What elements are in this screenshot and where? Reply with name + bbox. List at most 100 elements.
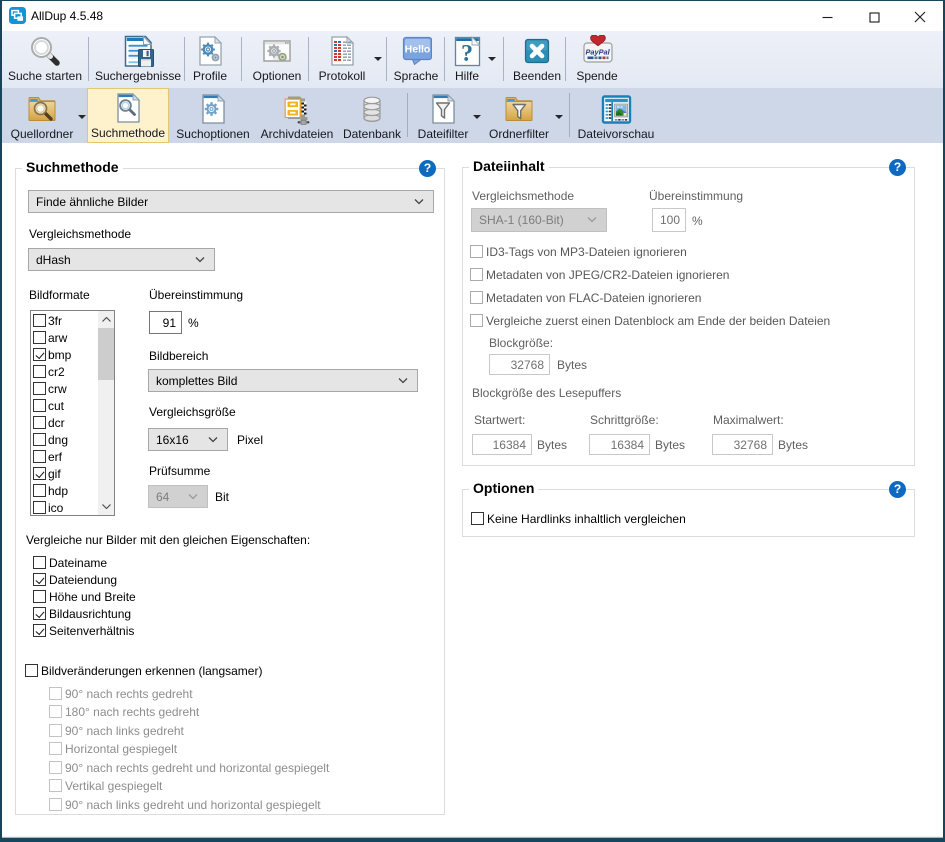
checkbox: [49, 724, 62, 737]
alldup-logo-icon: [9, 7, 26, 24]
checkbox[interactable]: [33, 624, 46, 637]
list-item[interactable]: dcr: [33, 414, 65, 431]
fc-compare-method-select: SHA-1 (160-Bit): [471, 208, 607, 232]
search-results-label: Suchergebnisse: [95, 69, 181, 83]
file-filter-icon: [427, 93, 459, 125]
checkbox[interactable]: [33, 450, 46, 463]
protocol-dropdown-arrow[interactable]: [374, 57, 382, 61]
checkbox[interactable]: [33, 467, 46, 480]
checkbox[interactable]: [33, 573, 46, 586]
checkbox[interactable]: [471, 512, 484, 525]
compare-method-select[interactable]: dHash: [28, 248, 215, 271]
search-method-help-icon[interactable]: ?: [419, 160, 436, 177]
archive-files-button[interactable]: Archivdateien: [255, 93, 339, 141]
image-area-select[interactable]: komplettes Bild: [148, 369, 418, 392]
checkbox[interactable]: [33, 399, 46, 412]
search-method-button[interactable]: Suchmethode: [87, 88, 169, 143]
list-item[interactable]: dng: [33, 431, 68, 448]
checkbox-row[interactable]: Bildausrichtung: [33, 607, 131, 621]
list-item[interactable]: cut: [33, 397, 64, 414]
checkbox-label: 90° nach links gedreht und horizontal ge…: [65, 798, 321, 812]
image-formats-listbox[interactable]: 3fr arw bmp cr2 crw cut dcr dng erf gif …: [30, 310, 115, 516]
maximize-button[interactable]: [851, 2, 898, 32]
language-button[interactable]: Hello Sprache: [391, 35, 441, 83]
database-button[interactable]: Datenbank: [341, 93, 403, 141]
block-size-value: 32768: [511, 358, 544, 372]
options-icon: [261, 35, 293, 67]
close-button[interactable]: [896, 2, 943, 32]
checkbox-row[interactable]: Höhe und Breite: [33, 590, 136, 604]
list-item-label: cr2: [48, 365, 65, 379]
search-options-icon: [197, 93, 229, 125]
list-item[interactable]: crw: [33, 380, 67, 397]
checkbox[interactable]: [33, 607, 46, 620]
source-folder-dropdown-arrow[interactable]: [78, 115, 86, 119]
folder-filter-button[interactable]: Ordnerfilter: [486, 93, 552, 141]
quit-button[interactable]: Beenden: [509, 35, 565, 83]
file-preview-button[interactable]: Dateivorschau: [575, 93, 657, 141]
checkbox[interactable]: [33, 433, 46, 446]
list-item[interactable]: hdp: [33, 482, 68, 499]
profile-button[interactable]: Profile: [189, 35, 231, 83]
list-item[interactable]: erf: [33, 448, 62, 465]
options-help-icon[interactable]: ?: [889, 481, 906, 498]
listbox-scrollbar[interactable]: [98, 311, 114, 515]
scroll-down-button[interactable]: [98, 498, 114, 515]
list-item[interactable]: cr2: [33, 363, 65, 380]
help-dropdown-arrow[interactable]: [488, 57, 496, 61]
toolbar-separator: [241, 37, 242, 81]
scroll-up-button[interactable]: [98, 311, 114, 328]
checkbox[interactable]: [33, 314, 46, 327]
checkbox-row-disabled: Horizontal gespiegelt: [49, 742, 177, 756]
file-filter-button[interactable]: Dateifilter: [413, 93, 473, 141]
scroll-down-icon: [102, 504, 111, 509]
help-button[interactable]: ? Hilfe: [449, 35, 485, 83]
hello-text: Hello: [405, 44, 431, 56]
checkbox[interactable]: [33, 416, 46, 429]
checkbox-row-datablock: Vergleiche zuerst einen Datenblock am En…: [470, 314, 830, 328]
transforms-checkbox-row[interactable]: Bildveränderungen erkennen (langsamer): [25, 664, 262, 678]
list-item[interactable]: 3fr: [33, 312, 62, 329]
checkbox-label: Bildausrichtung: [49, 607, 131, 621]
checkbox-row[interactable]: Dateiendung: [33, 573, 117, 587]
checkbox[interactable]: [33, 501, 46, 514]
list-item[interactable]: bmp: [33, 346, 71, 363]
options-button[interactable]: Optionen: [248, 35, 306, 83]
source-folder-button[interactable]: Quellordner: [8, 93, 76, 141]
alldup-window: AllDup 4.5.48 Suche starten: [0, 0, 945, 842]
list-item[interactable]: gif: [33, 465, 61, 482]
buffer-max-unit: Bytes: [778, 438, 808, 452]
checkbox[interactable]: [33, 590, 46, 603]
compare-size-select[interactable]: 16x16: [148, 428, 228, 451]
donate-button[interactable]: PayPal Spende: [571, 35, 623, 83]
language-label: Sprache: [394, 69, 439, 83]
checkbox-row[interactable]: Dateiname: [33, 556, 107, 570]
checkbox[interactable]: [33, 331, 46, 344]
minimize-button[interactable]: [804, 2, 851, 32]
checkbox-row[interactable]: Seitenverhältnis: [33, 624, 134, 638]
folder-filter-dropdown-arrow[interactable]: [555, 115, 563, 119]
checkbox[interactable]: [33, 484, 46, 497]
checkbox[interactable]: [33, 348, 46, 361]
block-size-unit: Bytes: [557, 358, 587, 372]
checkbox[interactable]: [33, 556, 46, 569]
list-item[interactable]: arw: [33, 329, 67, 346]
file-filter-dropdown-arrow[interactable]: [473, 115, 481, 119]
match-label: Übereinstimmung: [149, 288, 243, 302]
list-item-label: crw: [48, 382, 67, 396]
hardlinks-checkbox-row[interactable]: Keine Hardlinks inhaltlich vergleichen: [471, 512, 686, 526]
maximize-icon: [869, 12, 880, 23]
protocol-button[interactable]: Protokoll: [314, 35, 370, 83]
start-search-button[interactable]: Suche starten: [6, 35, 84, 83]
scrollbar-thumb[interactable]: [98, 328, 114, 380]
checkbox[interactable]: [33, 365, 46, 378]
search-results-button[interactable]: Suchergebnisse: [93, 35, 183, 83]
checkbox[interactable]: [25, 664, 38, 677]
search-method-select[interactable]: Finde ähnliche Bilder: [28, 190, 434, 213]
match-input[interactable]: 91: [149, 311, 182, 334]
file-content-help-icon[interactable]: ?: [889, 159, 906, 176]
list-item[interactable]: ico: [33, 499, 63, 516]
checkbox[interactable]: [33, 382, 46, 395]
database-icon: [356, 93, 388, 125]
search-options-button[interactable]: Suchoptionen: [173, 93, 253, 141]
